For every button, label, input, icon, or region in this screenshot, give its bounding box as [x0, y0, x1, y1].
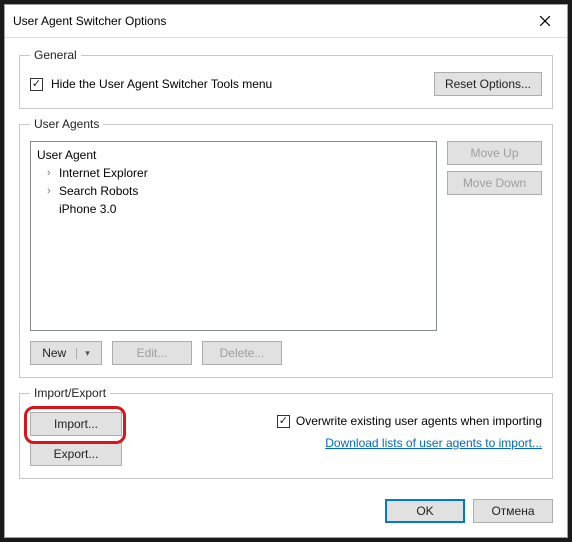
- chevron-right-icon: ›: [47, 167, 57, 179]
- general-legend: General: [30, 48, 81, 62]
- overwrite-label: Overwrite existing user agents when impo…: [296, 414, 542, 428]
- import-export-group: Import/Export Import... Export... Overwr…: [19, 386, 553, 479]
- import-export-legend: Import/Export: [30, 386, 110, 400]
- cancel-button[interactable]: Отмена: [473, 499, 553, 523]
- ok-button[interactable]: OK: [385, 499, 465, 523]
- move-down-button[interactable]: Move Down: [447, 171, 542, 195]
- list-item[interactable]: User Agent: [37, 146, 430, 164]
- list-item[interactable]: iPhone 3.0: [37, 200, 430, 218]
- window-title: User Agent Switcher Options: [13, 14, 166, 28]
- list-item[interactable]: › Search Robots: [37, 182, 430, 200]
- titlebar: User Agent Switcher Options: [5, 5, 567, 38]
- export-button[interactable]: Export...: [30, 442, 122, 466]
- close-button[interactable]: [531, 11, 559, 31]
- user-agents-legend: User Agents: [30, 117, 103, 131]
- list-item-label: iPhone 3.0: [59, 202, 116, 216]
- caret-down-icon: ▾: [76, 348, 90, 359]
- user-agents-group: User Agents User Agent › Internet Explor…: [19, 117, 553, 378]
- chevron-right-icon: ›: [47, 185, 57, 197]
- move-up-button[interactable]: Move Up: [447, 141, 542, 165]
- list-item-label: User Agent: [37, 148, 96, 162]
- new-button-label: New: [42, 346, 66, 360]
- options-dialog: User Agent Switcher Options General Hide…: [4, 4, 568, 538]
- dialog-content: General Hide the User Agent Switcher Too…: [5, 38, 567, 489]
- dialog-footer: OK Отмена: [5, 489, 567, 537]
- edit-button[interactable]: Edit...: [112, 341, 192, 365]
- import-button[interactable]: Import...: [30, 412, 122, 436]
- hide-menu-checkbox[interactable]: [30, 78, 43, 91]
- hide-menu-label: Hide the User Agent Switcher Tools menu: [51, 77, 272, 91]
- user-agents-list[interactable]: User Agent › Internet Explorer › Search …: [30, 141, 437, 331]
- list-item-label: Search Robots: [59, 184, 138, 198]
- delete-button[interactable]: Delete...: [202, 341, 282, 365]
- list-item-label: Internet Explorer: [59, 166, 148, 180]
- download-lists-link[interactable]: Download lists of user agents to import.…: [325, 436, 542, 450]
- close-icon: [540, 16, 550, 26]
- overwrite-checkbox[interactable]: [277, 415, 290, 428]
- reset-options-button[interactable]: Reset Options...: [434, 72, 542, 96]
- list-item[interactable]: › Internet Explorer: [37, 164, 430, 182]
- new-button[interactable]: New ▾: [30, 341, 102, 365]
- general-group: General Hide the User Agent Switcher Too…: [19, 48, 553, 109]
